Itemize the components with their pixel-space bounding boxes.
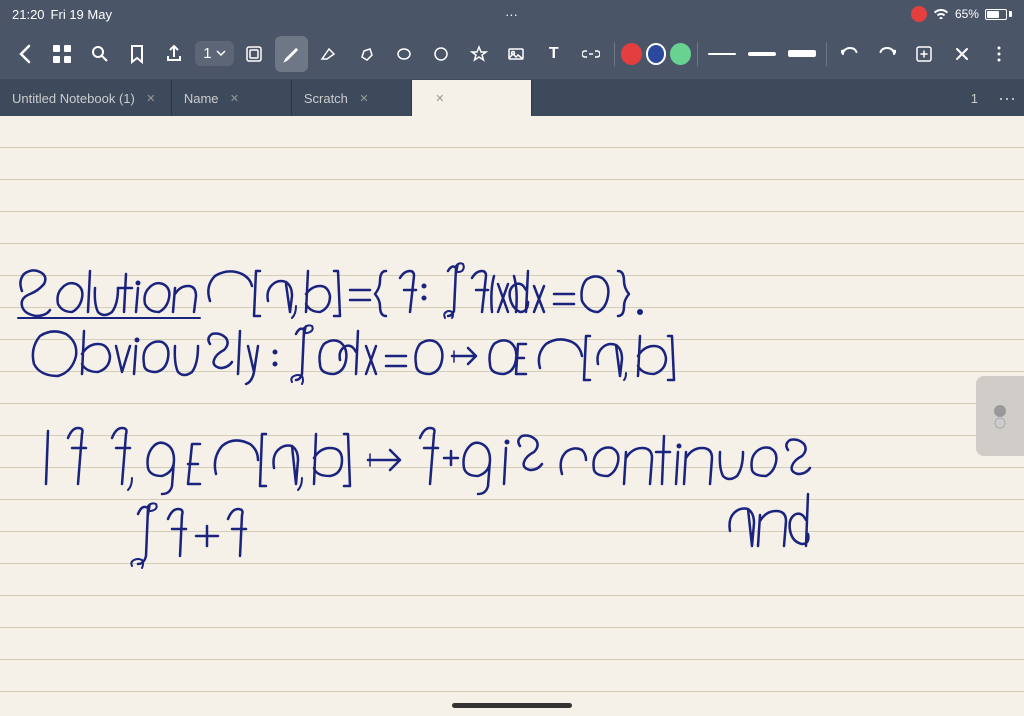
redo-button[interactable] [870,36,903,72]
pen-button[interactable] [275,36,308,72]
tab-active[interactable]: ✕ [412,80,532,116]
addpage-button[interactable] [908,36,941,72]
date-display: Fri 19 May [51,7,112,22]
separator [614,42,615,66]
battery-icon [985,9,1012,20]
tab-label: Name [184,91,219,106]
home-indicator [452,703,572,708]
recording-icon [911,6,927,22]
separator2 [697,42,698,66]
tab-close-scratch[interactable]: ✕ [356,90,372,106]
page-number: 1 [203,45,211,62]
tab-name[interactable]: Name ✕ [172,80,292,116]
eraser-button[interactable] [312,36,345,72]
separator3 [826,42,827,66]
back-button[interactable] [8,36,41,72]
activity-dots: ··· [505,7,518,22]
tab-label: Scratch [304,91,348,106]
medium-line-btn[interactable] [744,44,780,64]
status-bar: 21:20 Fri 19 May ··· 65% [0,0,1024,28]
tab-page-number: 1 [971,91,978,106]
highlighter-button[interactable] [350,36,383,72]
toolbar: 1 [0,28,1024,80]
shapes-button[interactable] [425,36,458,72]
battery-percent: 65% [955,7,979,21]
tab-close-name[interactable]: ✕ [227,90,243,106]
tab-close-active[interactable]: ✕ [432,90,448,106]
lasso-button[interactable] [387,36,420,72]
text-button[interactable]: T [537,36,570,72]
bookmark-button[interactable] [120,36,153,72]
time-display: 21:20 [12,7,45,22]
thick-line-btn[interactable] [784,44,820,64]
red-color-btn[interactable] [621,43,642,65]
handwriting-layer [0,116,1024,716]
page-num-indicator[interactable]: 1 [959,80,990,116]
tab-close-untitled[interactable]: ✕ [143,90,159,106]
tab-more-button[interactable]: ··· [990,80,1024,116]
tab-scratch[interactable]: Scratch ✕ [292,80,412,116]
tab-label: Untitled Notebook (1) [12,91,135,106]
canvas-area[interactable] [0,116,1024,716]
tabs-bar: Untitled Notebook (1) ✕ Name ✕ Scratch ✕… [0,80,1024,116]
page-indicator[interactable]: 1 [195,41,233,66]
close-button[interactable] [945,36,978,72]
star-button[interactable] [462,36,495,72]
layers-button[interactable] [238,36,271,72]
text-icon: T [549,45,559,63]
search-button[interactable] [83,36,116,72]
grid-button[interactable] [45,36,78,72]
link-button[interactable] [574,36,607,72]
blue-color-btn[interactable] [646,43,667,65]
side-panel-button[interactable] [976,376,1024,456]
wifi-icon [933,7,949,22]
image-button[interactable] [500,36,533,72]
undo-button[interactable] [833,36,866,72]
tab-untitled[interactable]: Untitled Notebook (1) ✕ [0,80,172,116]
green-color-btn[interactable] [670,43,691,65]
share-button[interactable] [158,36,191,72]
more-button[interactable] [983,36,1016,72]
thin-line-btn[interactable] [704,44,740,64]
